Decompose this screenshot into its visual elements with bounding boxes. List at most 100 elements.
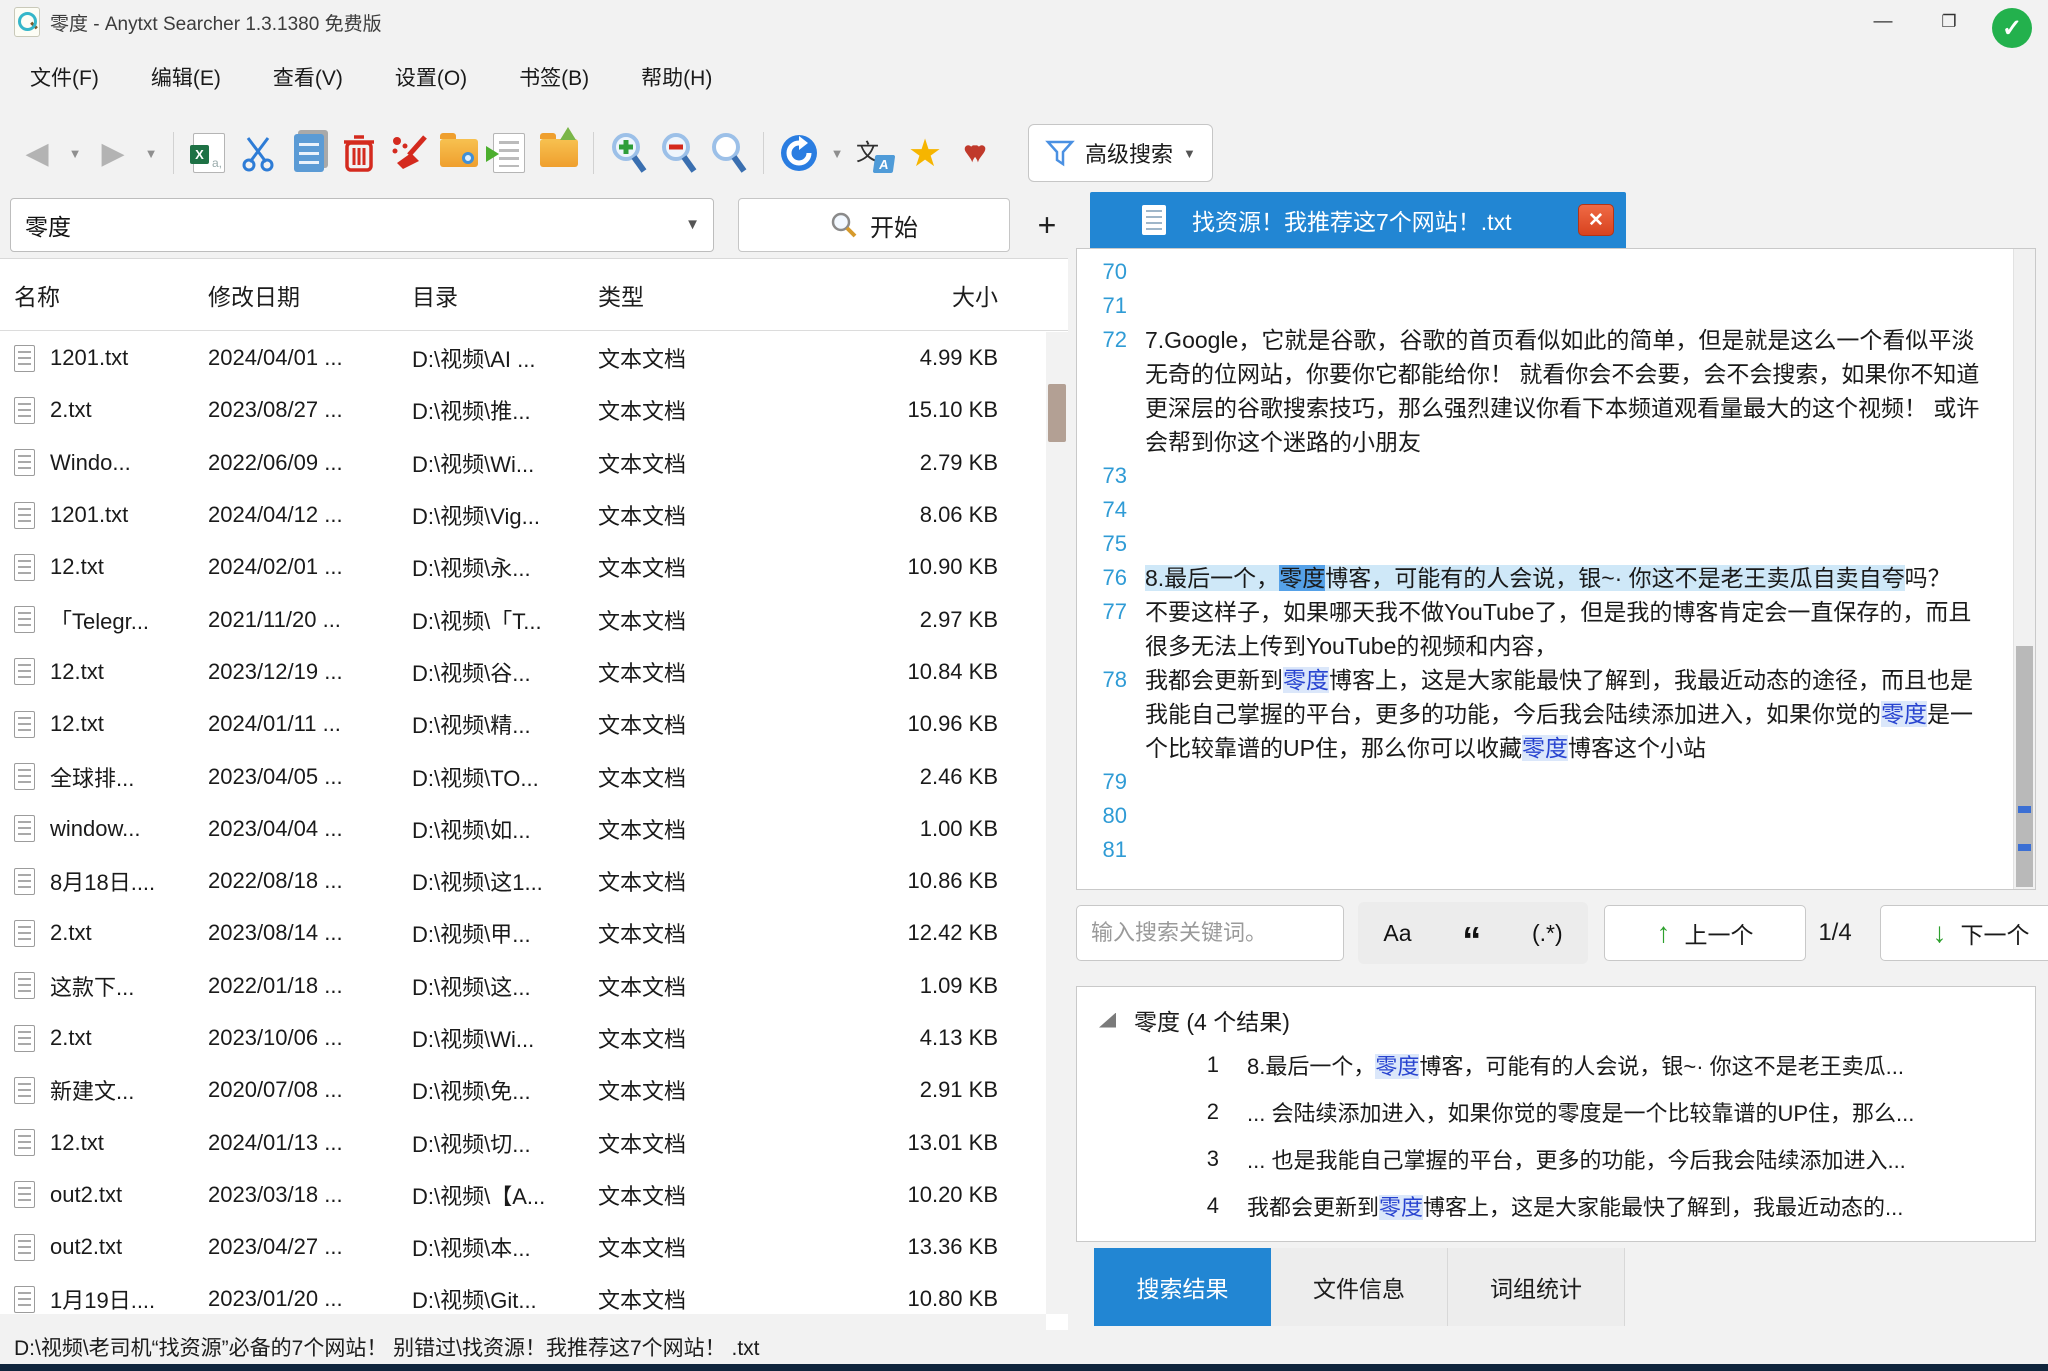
table-row[interactable]: 12.txt2024/01/13 ...D:\视频\切...文本文档13.01 … [0, 1116, 1046, 1168]
results-header[interactable]: 零度 (4 个结果) [1077, 987, 2035, 1041]
export-excel-button[interactable]: Xa, [184, 124, 234, 182]
zoom-reset-button[interactable] [704, 124, 754, 182]
scrollbar-thumb[interactable] [1048, 384, 1066, 442]
file-type: 文本文档 [598, 917, 788, 949]
preview-line: 75 [1081, 527, 2011, 561]
file-size: 1.00 KB [788, 816, 1046, 842]
menu-item-4[interactable]: 书签(B) [493, 55, 615, 99]
result-row[interactable]: 2... 会陆续添加进入，如果你觉的零度是一个比较靠谱的UP住，那么... [1077, 1088, 2035, 1135]
column-header-size[interactable]: 大小 [788, 278, 1068, 312]
column-header-type[interactable]: 类型 [598, 278, 788, 312]
preview-scrollbar[interactable] [2013, 249, 2035, 889]
table-row[interactable]: 新建文...2020/07/08 ...D:\视频\免...文本文档2.91 K… [0, 1064, 1046, 1116]
table-row[interactable]: 1月19日....2023/01/20 ...D:\视频\Git...文本文档1… [0, 1273, 1046, 1314]
table-row[interactable]: 2.txt2023/10/06 ...D:\视频\Wi...文本文档4.13 K… [0, 1012, 1046, 1064]
hearts-icon: ♥♥ [963, 136, 987, 170]
export-file-button[interactable] [484, 124, 534, 182]
tab-close-button[interactable]: ✕ [1578, 204, 1614, 236]
file-size: 10.84 KB [788, 659, 1046, 685]
advanced-search-button[interactable]: 高级搜索 ▼ [1028, 124, 1213, 182]
menu-item-2[interactable]: 查看(V) [247, 55, 369, 99]
table-row[interactable]: out2.txt2023/04/27 ...D:\视频\本...文本文档13.3… [0, 1221, 1046, 1273]
donate-button[interactable]: ♥♥ [950, 124, 1000, 182]
maximize-button[interactable]: ❐ [1916, 0, 1982, 44]
zoom-in-button[interactable] [604, 124, 654, 182]
table-row[interactable]: out2.txt2023/03/18 ...D:\视频\【A...文本文档10.… [0, 1169, 1046, 1221]
table-row[interactable]: 1201.txt2024/04/12 ...D:\视频\Vig...文本文档8.… [0, 489, 1046, 541]
next-match-label: 下一个 [1961, 916, 2030, 950]
file-dir: D:\视频\Vig... [412, 499, 598, 531]
result-row[interactable]: 4我都会更新到零度博客上，这是大家能最快了解到，我最近动态的... [1077, 1182, 2035, 1229]
whole-word-button[interactable]: “ [1462, 920, 1481, 946]
result-row[interactable]: 3... 也是我能自己掌握的平台，更多的功能，今后我会陆续添加进入... [1077, 1135, 2035, 1182]
document-tab[interactable]: 找资源！我推荐这7个网站！.txt ✕ [1090, 192, 1626, 248]
copy-button[interactable] [284, 124, 334, 182]
menu-item-0[interactable]: 文件(F) [4, 55, 125, 99]
file-name: 12.txt [50, 659, 208, 685]
translate-button[interactable]: 文A [850, 124, 900, 182]
bottom-tab-2[interactable]: 词组统计 [1448, 1248, 1625, 1326]
toolbar-separator [164, 124, 184, 182]
match-case-button[interactable]: Aa [1383, 920, 1411, 947]
zoom-out-button[interactable] [654, 124, 704, 182]
refresh-dropdown[interactable]: ▼ [824, 124, 850, 182]
next-match-button[interactable]: ↓ 下一个 [1880, 905, 2048, 961]
delete-button[interactable] [334, 124, 384, 182]
table-row[interactable]: Windo...2022/06/09 ...D:\视频\Wi...文本文档2.7… [0, 437, 1046, 489]
file-date: 2022/06/09 ... [208, 450, 412, 476]
file-size: 8.06 KB [788, 502, 1046, 528]
table-row[interactable]: 全球排...2023/04/05 ...D:\视频\TO...文本文档2.46 … [0, 750, 1046, 802]
bottom-tab-0[interactable]: 搜索结果 [1094, 1248, 1271, 1326]
regex-button[interactable]: (.*) [1532, 920, 1563, 947]
highlighted-text: 8.最后一个， [1145, 565, 1279, 591]
file-dir: D:\视频\AI ... [412, 342, 598, 374]
table-row[interactable]: 1201.txt2024/04/01 ...D:\视频\AI ...文本文档4.… [0, 332, 1046, 384]
table-row[interactable]: 8月18日....2022/08/18 ...D:\视频\这1...文本文档10… [0, 855, 1046, 907]
table-row[interactable]: 12.txt2023/12/19 ...D:\视频\谷...文本文档10.84 … [0, 646, 1046, 698]
new-tab-button[interactable]: + [1026, 198, 1068, 252]
forward-button[interactable]: ▶ [88, 124, 138, 182]
import-folder-button[interactable] [534, 124, 584, 182]
collapse-triangle-icon[interactable] [1099, 1013, 1116, 1028]
menu-item-5[interactable]: 帮助(H) [615, 55, 738, 99]
bottom-tab-1[interactable]: 文件信息 [1271, 1248, 1448, 1326]
search-input[interactable] [10, 198, 714, 252]
file-list-scrollbar[interactable] [1046, 332, 1068, 1314]
file-list-hscroll[interactable] [0, 1314, 1046, 1330]
table-row[interactable]: 「Telegr...2021/11/20 ...D:\视频\「T...文本文档2… [0, 593, 1046, 645]
back-button[interactable]: ◀ [12, 124, 62, 182]
minimize-button[interactable]: — [1850, 0, 1916, 44]
table-row[interactable]: 12.txt2024/01/11 ...D:\视频\精...文本文档10.96 … [0, 698, 1046, 750]
table-row[interactable]: 2.txt2023/08/27 ...D:\视频\推...文本文档15.10 K… [0, 384, 1046, 436]
result-row[interactable]: 18.最后一个，零度博客，可能有的人会说，银~· 你这不是老王卖瓜... [1077, 1041, 2035, 1088]
file-cell-icon [14, 502, 50, 529]
favorite-button[interactable]: ★ [900, 124, 950, 182]
clear-button[interactable] [384, 124, 434, 182]
advanced-search-icon [1045, 138, 1075, 168]
find-keyword-input[interactable] [1076, 905, 1344, 961]
file-size: 10.80 KB [788, 1286, 1046, 1312]
cut-button[interactable] [234, 124, 284, 182]
table-row[interactable]: 12.txt2024/02/01 ...D:\视频\永...文本文档10.90 … [0, 541, 1046, 593]
menu-item-1[interactable]: 编辑(E) [125, 55, 247, 99]
file-cell-icon [14, 815, 50, 842]
open-folder-button[interactable] [434, 124, 484, 182]
forward-history-dropdown[interactable]: ▼ [138, 124, 164, 182]
file-name: 12.txt [50, 1130, 208, 1156]
chevron-down-icon: ▼ [1183, 146, 1196, 161]
table-row[interactable]: window...2023/04/04 ...D:\视频\如...文本文档1.0… [0, 803, 1046, 855]
column-header-dir[interactable]: 目录 [412, 278, 598, 312]
back-history-dropdown[interactable]: ▼ [62, 124, 88, 182]
start-search-button[interactable]: 开始 [738, 198, 1010, 252]
previous-match-button[interactable]: ↑ 上一个 [1604, 905, 1806, 961]
column-header-date[interactable]: 修改日期 [208, 278, 412, 312]
refresh-button[interactable] [774, 124, 824, 182]
table-row[interactable]: 2.txt2023/08/14 ...D:\视频\甲...文本文档12.42 K… [0, 907, 1046, 959]
folder-search-icon [440, 139, 478, 167]
preview-panel[interactable]: 7071727.Google，它就是谷歌，谷歌的首页看似如此的简单，但是就是这么… [1076, 248, 2036, 890]
file-date: 2024/04/12 ... [208, 502, 412, 528]
file-date: 2020/07/08 ... [208, 1077, 412, 1103]
table-row[interactable]: 这款下...2022/01/18 ...D:\视频\这...文本文档1.09 K… [0, 960, 1046, 1012]
column-header-name[interactable]: 名称 [14, 278, 208, 312]
menu-item-3[interactable]: 设置(O) [369, 55, 493, 99]
